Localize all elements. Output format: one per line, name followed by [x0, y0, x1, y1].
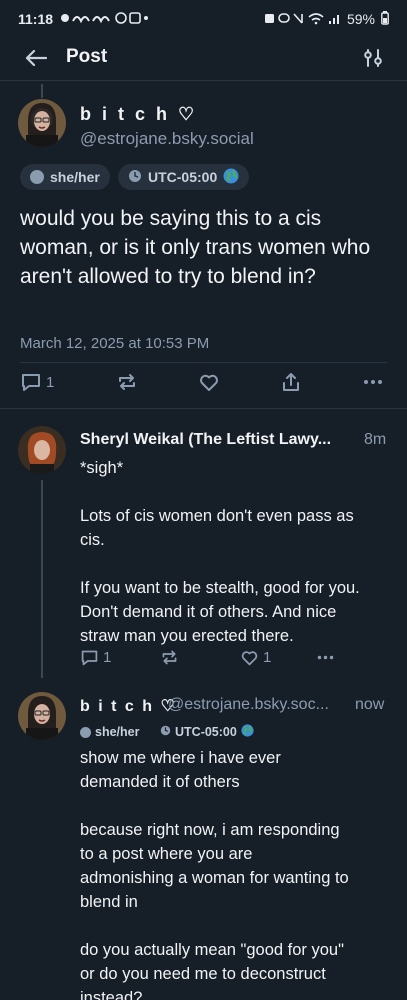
ellipsis-icon: [364, 380, 382, 384]
post-actions: 1: [20, 370, 387, 394]
post-text: would you be saying this to a cis woman,…: [20, 207, 371, 288]
like-button[interactable]: [198, 371, 220, 393]
battery-percent: 59%: [346, 11, 375, 27]
avatar[interactable]: [18, 692, 66, 740]
reply-actions: 1 1: [80, 646, 370, 668]
repost-button[interactable]: [160, 648, 179, 667]
top-app-bar: Post: [0, 38, 407, 78]
pronouns-label: she/her: [50, 169, 100, 185]
reply-count: 1: [46, 373, 55, 391]
repost-icon: [162, 650, 177, 664]
page-title: Post: [66, 46, 108, 67]
like-button[interactable]: 1: [240, 648, 271, 667]
header-divider: [0, 80, 407, 81]
avatar[interactable]: [18, 99, 66, 147]
repost-icon: [119, 374, 135, 390]
arrow-left-icon: [25, 49, 47, 67]
system-icons: [263, 11, 341, 28]
thread-line: [41, 480, 43, 678]
share-button[interactable]: [280, 371, 302, 393]
clock-icon: [128, 169, 142, 186]
share-icon: [283, 373, 299, 391]
reply-line: *sigh*: [80, 459, 124, 477]
back-button[interactable]: [22, 44, 50, 72]
pronouns-label: she/her: [95, 725, 140, 739]
thread-line: [41, 84, 43, 98]
info-icon: [30, 170, 44, 184]
timezone-badge: UTC-05:00: [118, 164, 250, 190]
timezone-badge: UTC-05:00: [160, 723, 254, 741]
globe-icon: [223, 168, 239, 187]
reply-author-name[interactable]: Sheryl Weikal (The Leftist Lawy...: [80, 431, 331, 449]
timezone-label: UTC-05:00: [175, 725, 237, 739]
globe-icon: [241, 724, 254, 740]
pronouns-badge: she/her: [80, 723, 139, 741]
reply-button[interactable]: 1: [80, 648, 111, 667]
heart-icon: [241, 650, 258, 665]
battery-icon: [381, 10, 389, 28]
reply-text: show me where i have ever demanded it of…: [80, 749, 349, 1000]
repost-button[interactable]: [116, 371, 138, 393]
meta-divider: [20, 362, 387, 363]
status-time: 11:18: [18, 11, 54, 27]
author-name[interactable]: b i t c h ♡: [80, 104, 197, 125]
reply-handle[interactable]: @estrojane.bsky.soc...: [168, 696, 329, 714]
comment-icon: [22, 374, 40, 391]
comment-icon: [81, 650, 98, 665]
reply-count: 1: [103, 648, 112, 666]
reply-time: now: [355, 696, 385, 713]
reply-text: *sigh* Lots of cis women don't even pass…: [80, 456, 380, 648]
pronouns-badge: she/her: [20, 164, 110, 190]
reply-time: 8m: [364, 431, 387, 448]
more-options-button[interactable]: [316, 648, 335, 667]
more-options-button[interactable]: [362, 371, 384, 393]
thread-settings-button[interactable]: [359, 44, 387, 72]
post-timestamp: March 12, 2025 at 10:53 PM: [20, 335, 210, 352]
author-handle[interactable]: @estrojane.bsky.social: [80, 129, 254, 149]
status-bar: 11:18 59%: [0, 0, 407, 38]
ellipsis-icon: [317, 655, 334, 659]
avatar[interactable]: [18, 426, 66, 474]
reply-line: Lots of cis women don't even pass as cis…: [80, 507, 354, 549]
timezone-label: UTC-05:00: [148, 169, 218, 185]
reply-line: If you want to be stealth, good for you.…: [80, 579, 360, 645]
notification-icons: [59, 11, 149, 28]
reply-author-name[interactable]: b i t c h ♡: [80, 696, 177, 716]
sliders-icon: [364, 49, 382, 67]
info-icon: [80, 726, 91, 738]
heart-icon: [200, 374, 218, 391]
reply-button[interactable]: 1: [20, 371, 54, 393]
like-count: 1: [263, 648, 272, 666]
post-divider: [0, 408, 407, 409]
clock-icon: [160, 725, 171, 739]
